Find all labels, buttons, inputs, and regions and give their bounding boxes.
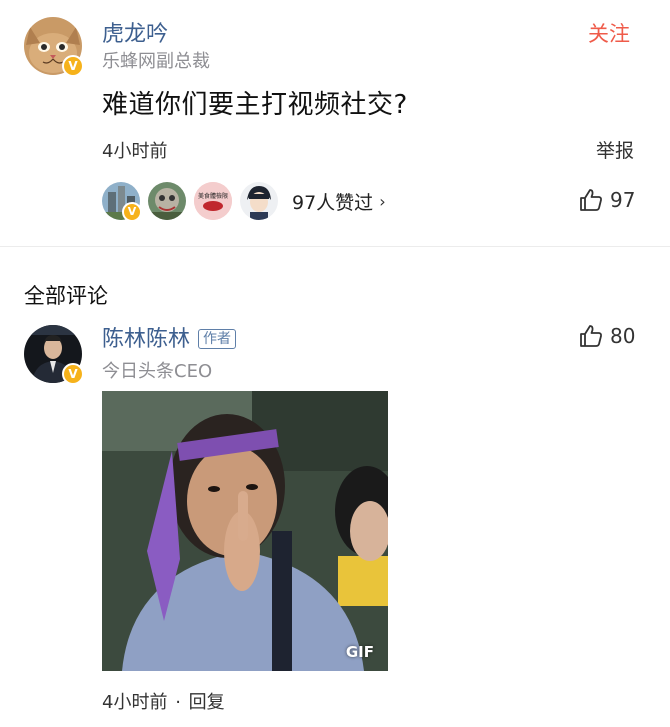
comment-like-button[interactable]: 80 [578, 323, 635, 349]
liker-avatar-4[interactable] [240, 182, 278, 220]
reply-button[interactable]: 回复 [189, 692, 225, 713]
comment-author-name-text[interactable]: 陈林陈林 [102, 327, 190, 352]
report-button[interactable]: 举报 [596, 140, 634, 162]
comment-author-title: 今日头条CEO [102, 361, 213, 382]
comment-time: 4小时前 [102, 692, 168, 713]
thumb-up-icon [580, 189, 602, 211]
post-like-count: 97 [610, 188, 636, 212]
post-author-title: 乐蜂网副总裁 [102, 51, 210, 72]
post-author-name[interactable]: 虎龙吟 [102, 22, 168, 48]
author-tag: 作者 [198, 329, 237, 349]
comment-author-name[interactable]: 陈林陈林 作者 [102, 327, 237, 353]
gif-badge: GIF [345, 643, 374, 661]
comment-like-count: 80 [610, 324, 636, 348]
gif-frame-illustration [102, 391, 388, 671]
likes-count-link[interactable]: 97人赞过 [292, 188, 373, 215]
thumb-up-icon [580, 325, 602, 347]
comments-section-title: 全部评论 [24, 284, 108, 308]
liker-3-text: 美食體檢限 [198, 192, 228, 200]
section-divider [0, 246, 670, 247]
liker-avatar-3[interactable]: 美食體檢限 [194, 182, 232, 220]
comment-gif-image[interactable]: GIF [102, 391, 388, 671]
post-like-button[interactable]: 97 [578, 187, 635, 213]
follow-button[interactable]: 关注 [588, 21, 630, 47]
chevron-right-icon: › [379, 191, 386, 211]
post-time: 4小时前 [102, 141, 168, 162]
meta-separator: · [175, 692, 181, 713]
likers-row[interactable]: V 美食體檢限 97人赞过 › [102, 181, 386, 222]
liker-verified-badge-icon: V [122, 202, 142, 222]
comment-meta: 4小时前 · 回复 [102, 692, 225, 714]
verified-badge-icon: V [62, 55, 84, 77]
comment-verified-badge-icon: V [62, 363, 84, 385]
liker-avatar-2[interactable] [148, 182, 186, 220]
post-content: 难道你们要主打视频社交? [102, 90, 408, 120]
